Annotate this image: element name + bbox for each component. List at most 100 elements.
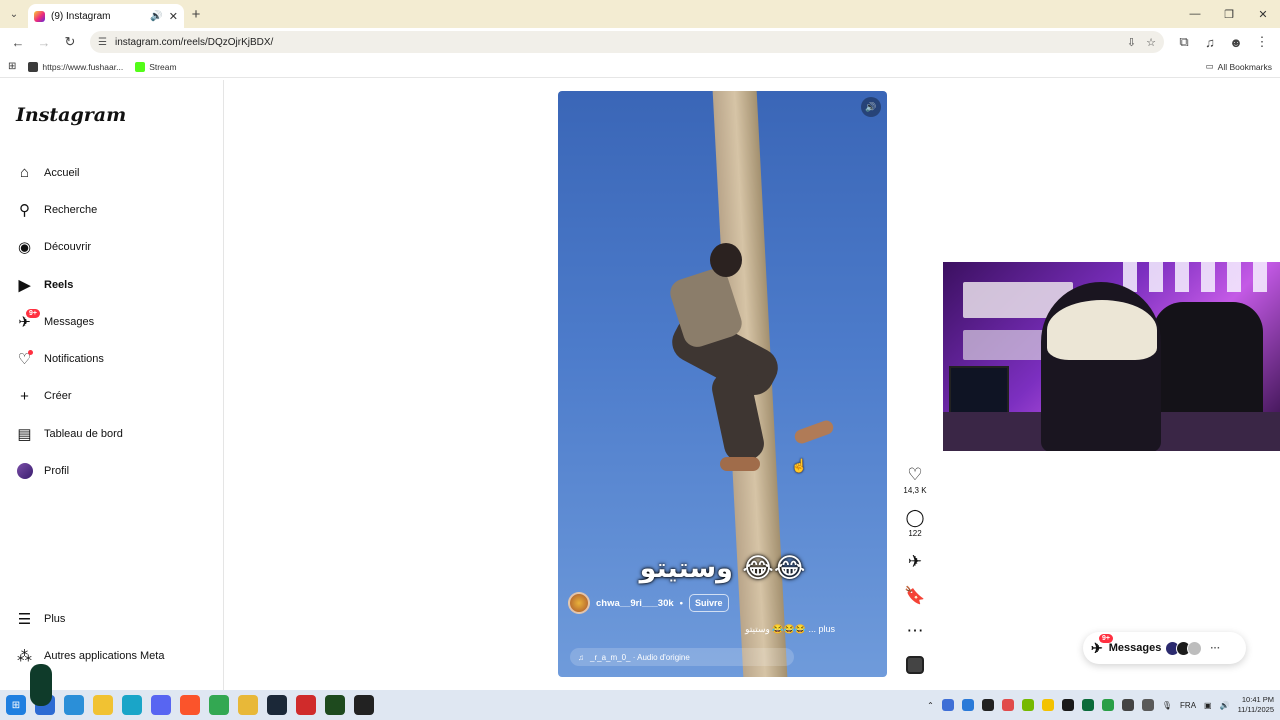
edge-beta-app-icon[interactable]: [64, 695, 84, 715]
edge-app-icon[interactable]: [122, 695, 142, 715]
tab-close-icon[interactable]: ✕: [169, 10, 178, 23]
file-explorer-icon[interactable]: [93, 695, 113, 715]
forward-button[interactable]: →: [32, 30, 56, 54]
reload-button[interactable]: ↻: [58, 30, 82, 54]
messages-pill[interactable]: ✈ 9+ Messages ···: [1083, 632, 1246, 664]
sidebar-item-plus[interactable]: ☰ Plus: [16, 600, 164, 637]
brave-app-icon[interactable]: [180, 695, 200, 715]
tray-app-icon[interactable]: [1101, 699, 1114, 711]
tray-app-icon[interactable]: [1041, 699, 1054, 711]
all-bookmarks-button[interactable]: ▭ All Bookmarks: [1206, 61, 1272, 72]
like-count: 14,3 K: [903, 486, 927, 495]
author-avatar[interactable]: [568, 592, 590, 614]
follow-button[interactable]: Suivre: [688, 594, 729, 612]
video-climber-foot: [720, 457, 760, 471]
back-button[interactable]: ←: [6, 30, 30, 54]
avatar: [1187, 640, 1203, 656]
network-icon[interactable]: ▣: [1204, 701, 1212, 710]
reel-audio-link[interactable]: ♫ _r_a_m_0_ · Audio d'origine: [570, 648, 794, 666]
bookmark-fushaar[interactable]: https://www.fushaar...: [28, 61, 123, 72]
message-avatars: [1165, 640, 1203, 656]
tray-app-icon[interactable]: [1121, 699, 1134, 711]
sidebar-item-creer[interactable]: + Créer: [16, 378, 123, 415]
extensions-icon[interactable]: ⧉: [1172, 30, 1196, 54]
save-button[interactable]: 🔖: [900, 587, 930, 605]
video-climber-foot: [792, 418, 836, 446]
tray-app-icon[interactable]: [1061, 699, 1074, 711]
more-icon: ···: [1210, 642, 1221, 654]
more-options-button[interactable]: ⋯: [900, 622, 930, 640]
compass-icon: ◉: [17, 239, 32, 257]
clock-time: 10:41 PM: [1241, 695, 1274, 704]
discord-app-icon[interactable]: [151, 695, 171, 715]
instagram-logo[interactable]: Instagram: [16, 104, 126, 126]
sidebar-item-label: Reels: [44, 278, 74, 291]
audio-label: _r_a_m_0_ · Audio d'origine: [590, 652, 690, 662]
notepad-app-icon[interactable]: [209, 695, 229, 715]
volume-icon[interactable]: 🔊: [1220, 701, 1230, 710]
browser-menu-icon[interactable]: ⋮: [1250, 30, 1274, 54]
maximize-button[interactable]: ❐: [1212, 0, 1246, 28]
audio-thumbnail-button[interactable]: [906, 656, 924, 674]
dashboard-icon: ▤: [17, 425, 32, 443]
tray-app-icon[interactable]: [961, 699, 974, 711]
author-username[interactable]: chwa__9ri___30k: [596, 598, 674, 609]
tab-audio-icon[interactable]: 🔊: [150, 11, 162, 22]
language-indicator[interactable]: FRA: [1180, 701, 1196, 710]
sidebar-item-decouvrir[interactable]: ◉ Découvrir: [16, 229, 123, 266]
tray-app-icon[interactable]: [981, 699, 994, 711]
plus-icon: +: [20, 387, 29, 405]
microphone-icon[interactable]: 🎙: [1162, 701, 1172, 710]
install-app-icon[interactable]: ⇩: [1127, 36, 1136, 49]
profile-icon[interactable]: ☻: [1224, 30, 1248, 54]
game-app-icon[interactable]: [354, 695, 374, 715]
bookmark-star-icon[interactable]: ☆: [1146, 36, 1156, 49]
apps-grid-icon[interactable]: ⊞: [8, 61, 16, 72]
bookmark-stream[interactable]: Stream: [135, 61, 177, 72]
sidebar-item-messages[interactable]: ✈ 9+ Messages: [16, 303, 123, 340]
sidebar-item-label: Créer: [44, 390, 72, 403]
sidebar-item-label: Recherche: [44, 203, 98, 216]
sound-toggle-icon[interactable]: 🔊: [861, 97, 881, 117]
sidebar-item-reels[interactable]: ▶ Reels: [16, 266, 123, 303]
sidebar-item-profil[interactable]: Profil: [16, 452, 123, 489]
address-bar[interactable]: ☰ instagram.com/reels/DQzOjrKjBDX/ ⇩ ☆: [90, 31, 1164, 53]
tray-expand-icon[interactable]: ⌃: [927, 701, 934, 710]
clock-date: 11/11/2025: [1237, 705, 1274, 714]
comment-button[interactable]: ◯ 122: [900, 509, 930, 539]
sidebar-item-notifications[interactable]: ♡ Notifications: [16, 340, 123, 377]
tray-app-icon[interactable]: [1001, 699, 1014, 711]
reel-video[interactable]: 🔊 وستيتو 😂😂 chwa__9ri___30k • Suivre وست…: [558, 91, 887, 677]
sidebar-item-recherche[interactable]: ⚲ Recherche: [16, 191, 123, 228]
sidebar-item-tableau-de-bord[interactable]: ▤ Tableau de bord: [16, 415, 123, 452]
webcam-monitor: [949, 366, 1009, 416]
media-app-icon[interactable]: [296, 695, 316, 715]
tray-app-icon[interactable]: [1021, 699, 1034, 711]
media-control-icon[interactable]: ♫: [1198, 30, 1222, 54]
windows-taskbar: ⊞ ⌃ 🎙 FRA ▣ 🔊 10:41 PM 11/11/2025: [0, 690, 1280, 720]
sidebar-nav: ⌂ Accueil ⚲ Recherche ◉ Découvrir ▶ Reel…: [16, 154, 123, 490]
close-window-button[interactable]: ✕: [1246, 0, 1280, 28]
chrome-app-icon[interactable]: [238, 695, 258, 715]
terminal-app-icon[interactable]: [325, 695, 345, 715]
messages-pill-badge: 9+: [1099, 633, 1113, 643]
tray-app-icon[interactable]: [1081, 699, 1094, 711]
like-button[interactable]: ♡ 14,3 K: [900, 466, 930, 496]
reel-description[interactable]: وستيتو 😂😂😂 ... plus: [745, 624, 835, 635]
system-clock[interactable]: 10:41 PM 11/11/2025: [1238, 695, 1274, 715]
tray-app-icon[interactable]: [941, 699, 954, 711]
steam-app-icon[interactable]: [267, 695, 287, 715]
new-tab-button[interactable]: +: [184, 6, 208, 23]
tab-search-button[interactable]: ⌄: [0, 0, 28, 28]
instagram-favicon-icon: [34, 10, 45, 22]
share-button[interactable]: ✈: [900, 553, 930, 571]
tray-app-icon[interactable]: [1141, 699, 1154, 711]
windows-start-icon[interactable]: ⊞: [6, 695, 26, 715]
minimize-button[interactable]: —: [1178, 0, 1212, 28]
url-text[interactable]: instagram.com/reels/DQzOjrKjBDX/: [115, 37, 1119, 48]
site-info-icon[interactable]: ☰: [98, 37, 107, 48]
avatar: [16, 463, 33, 480]
browser-tab-instagram[interactable]: (9) Instagram 🔊 ✕: [28, 4, 184, 28]
sidebar-item-accueil[interactable]: ⌂ Accueil: [16, 154, 123, 191]
tab-title: (9) Instagram: [51, 10, 111, 22]
